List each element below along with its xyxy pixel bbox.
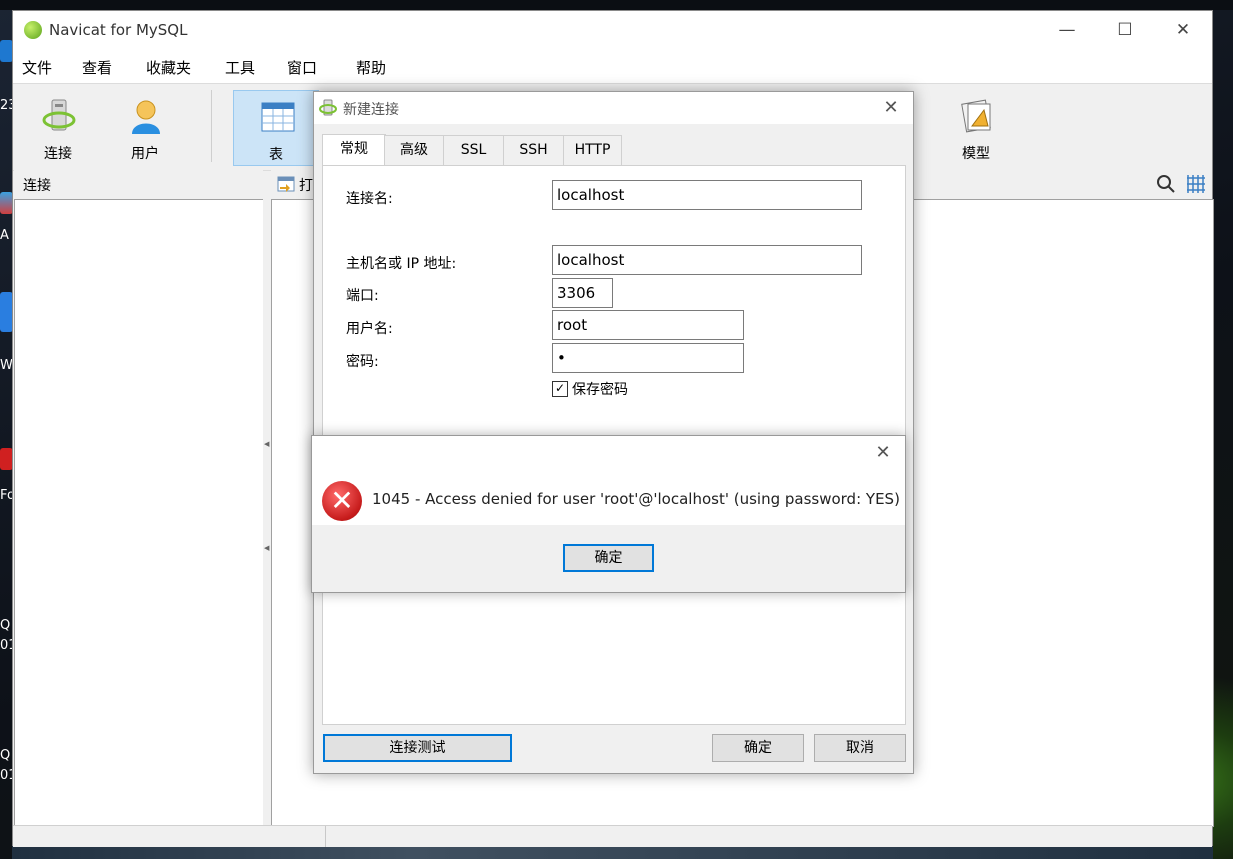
desktop-top-strip: [0, 0, 1233, 10]
maximize-button[interactable]: ☐: [1096, 11, 1154, 49]
desktop-label-5: Q: [0, 618, 11, 633]
new-connection-icon: [319, 99, 337, 116]
table-icon: [261, 102, 295, 132]
close-button[interactable]: ✕: [1154, 11, 1212, 49]
tab-advanced[interactable]: 高级: [384, 135, 444, 165]
dialog-titlebar[interactable]: 新建连接 ✕: [314, 92, 913, 124]
tab-ssl[interactable]: SSL: [443, 135, 504, 165]
close-icon: ✕: [1175, 20, 1191, 40]
menu-bar: 文件 查看 收藏夹 工具 窗口 帮助: [13, 49, 1212, 83]
status-divider: [325, 826, 326, 847]
password-label: 密码:: [346, 354, 379, 370]
connection-name-label: 连接名:: [346, 191, 393, 207]
dialog-title: 新建连接: [343, 102, 399, 118]
error-icon: ✕: [322, 481, 362, 521]
taskbar-strip: [12, 846, 1213, 859]
menu-tools[interactable]: 工具: [225, 57, 255, 78]
connect-icon: [42, 99, 76, 131]
toolbar-separator: [211, 90, 212, 162]
new-connection-dialog: 新建连接 ✕ 常规 高级 SSL SSH HTTP 连接名: 主机名或 IP 地…: [313, 91, 914, 774]
error-message-box: ✕ ✕ 1045 - Access denied for user 'root'…: [311, 435, 906, 593]
tab-general[interactable]: 常规: [322, 134, 386, 166]
username-label: 用户名:: [346, 321, 393, 337]
error-close-button[interactable]: ✕: [861, 436, 905, 469]
splitter-arrow-down-icon[interactable]: ◀: [264, 543, 270, 553]
window-titlebar[interactable]: Navicat for MySQL — ☐ ✕: [13, 11, 1212, 49]
error-message: 1045 - Access denied for user 'root'@'lo…: [372, 490, 900, 508]
connections-tree-pane[interactable]: [14, 199, 265, 827]
connections-pane-header: 连接: [14, 169, 263, 199]
toolbar-connect-label: 连接: [44, 146, 72, 162]
desktop-label-2: A: [0, 228, 9, 243]
tab-http[interactable]: HTTP: [563, 135, 622, 165]
toolbar-user-button[interactable]: 用户: [102, 90, 188, 166]
close-icon: ✕: [883, 97, 899, 118]
connections-header-label: 连接: [23, 178, 51, 194]
desktop-label-3: W: [0, 358, 13, 373]
grid-view-icon[interactable]: [1186, 174, 1206, 194]
port-label: 端口:: [346, 288, 379, 304]
model-icon: [961, 99, 991, 133]
menu-window[interactable]: 窗口: [287, 57, 317, 78]
splitter-arrow-up-icon[interactable]: ◀: [264, 439, 270, 449]
pane-splitter[interactable]: [263, 199, 271, 825]
toolbar-model-button[interactable]: 模型: [933, 90, 1019, 166]
save-password-label[interactable]: 保存密码: [572, 379, 628, 399]
password-input[interactable]: •: [552, 343, 744, 373]
open-table-icon[interactable]: [277, 175, 295, 193]
minimize-button[interactable]: —: [1038, 11, 1096, 49]
close-icon: ✕: [875, 442, 891, 463]
toolbar-user-label: 用户: [131, 146, 159, 162]
status-bar: [13, 825, 1212, 847]
username-input[interactable]: [552, 310, 744, 340]
toolbar-table-button[interactable]: 表: [233, 90, 319, 166]
test-connection-button[interactable]: 连接测试: [323, 734, 512, 762]
window-title: Navicat for MySQL: [49, 21, 188, 39]
save-password-checkbox[interactable]: ✓: [552, 381, 568, 397]
port-input[interactable]: [552, 278, 613, 308]
navicat-app-icon: [24, 21, 42, 39]
menu-file[interactable]: 文件: [22, 57, 52, 78]
tab-ssh[interactable]: SSH: [503, 135, 564, 165]
open-table-label-fragment[interactable]: 打: [299, 175, 313, 195]
error-ok-button[interactable]: 确定: [563, 544, 654, 572]
toolbar-model-label: 模型: [962, 146, 990, 162]
dialog-ok-button[interactable]: 确定: [712, 734, 804, 762]
search-icon[interactable]: [1156, 174, 1176, 194]
toolbar-table-label: 表: [269, 147, 283, 163]
error-body: ✕ 1045 - Access denied for user 'root'@'…: [312, 469, 905, 525]
dialog-cancel-button[interactable]: 取消: [814, 734, 906, 762]
user-icon: [132, 100, 160, 134]
connection-name-input[interactable]: [552, 180, 862, 210]
menu-view[interactable]: 查看: [82, 57, 112, 78]
error-titlebar[interactable]: ✕: [312, 436, 905, 469]
menu-help[interactable]: 帮助: [356, 57, 386, 78]
maximize-icon: ☐: [1117, 20, 1133, 40]
desktop-label-7: Q: [0, 748, 11, 763]
minimize-icon: —: [1058, 20, 1076, 40]
host-input[interactable]: [552, 245, 862, 275]
host-label: 主机名或 IP 地址:: [346, 256, 457, 272]
toolbar-connect-button[interactable]: 连接: [15, 90, 101, 166]
checkmark-icon: ✓: [554, 381, 566, 395]
dialog-close-button[interactable]: ✕: [869, 92, 913, 124]
menu-favorites[interactable]: 收藏夹: [146, 57, 191, 78]
